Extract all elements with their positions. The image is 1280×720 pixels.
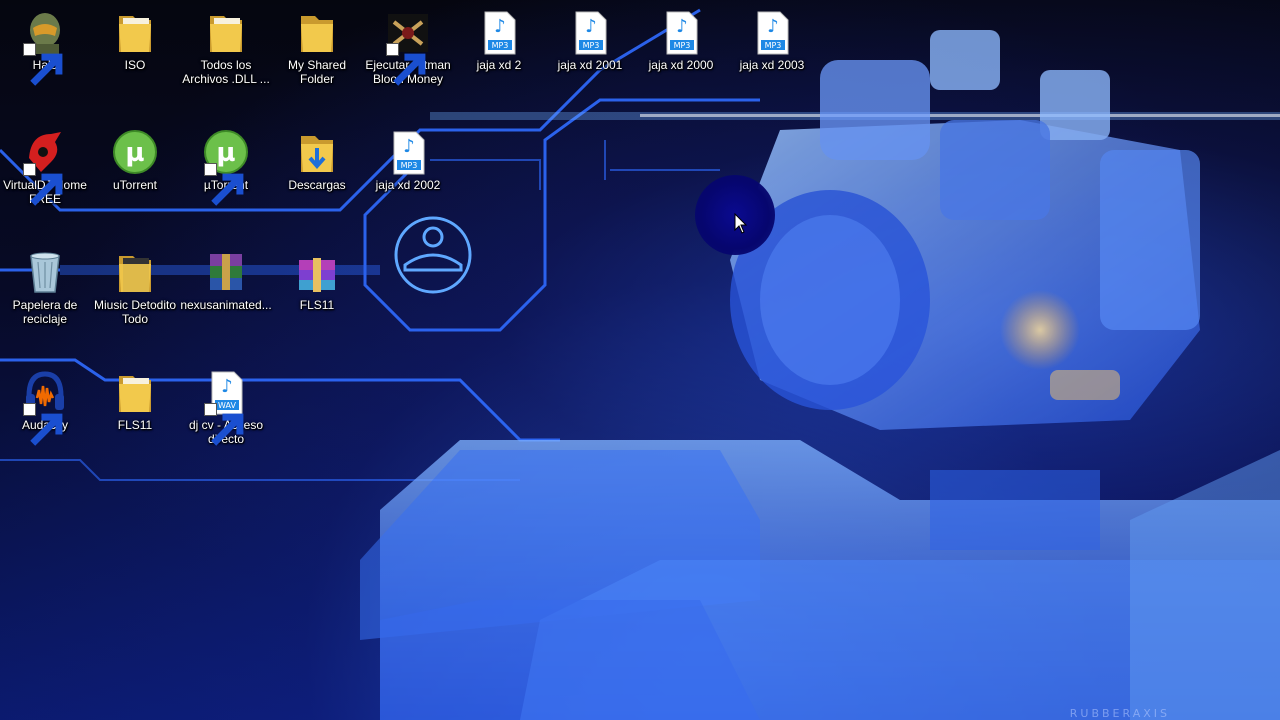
icon-label: Descargas (288, 178, 346, 192)
svg-text:♪: ♪ (494, 16, 506, 37)
desktop-icon-fls11-archive[interactable]: FLS11 (272, 248, 362, 312)
desktop-icon-halo[interactable]: Halo (0, 8, 90, 86)
desktop-icon-dll-archive[interactable]: Todos los Archivos .DLL ... (181, 8, 271, 86)
icon-label: nexusanimated... (180, 298, 272, 312)
desktop-icon-recycle-bin[interactable]: Papelera de reciclaje (0, 248, 90, 326)
shortcut-arrow-icon (204, 163, 244, 206)
svg-text:♪: ♪ (767, 16, 779, 37)
wallpaper (0, 8, 1280, 720)
desktop-icon-nexusanimated[interactable]: nexusanimated... (180, 248, 272, 312)
mp3-file-icon: ♪ MP3 (566, 8, 614, 56)
utorrent-icon: µ (111, 128, 159, 176)
hitman-icon (384, 8, 432, 86)
icon-label: FLS11 (299, 298, 335, 312)
wallpaper-watermark: RUBBERAXIS (1069, 707, 1170, 720)
audacity-icon (21, 368, 69, 446)
desktop-icon-descargas[interactable]: Descargas (272, 128, 362, 192)
desktop-icon-miusic-detodito-todo[interactable]: Miusic Detodito Todo (90, 248, 180, 326)
desktop-icon-hitman[interactable]: Ejecutar Hitman Blood Money (363, 8, 453, 86)
mouse-pointer-icon (734, 213, 748, 234)
shortcut-arrow-icon (386, 43, 426, 86)
svg-text:♪: ♪ (221, 376, 233, 397)
svg-text:♪: ♪ (676, 16, 688, 37)
svg-text:MP3: MP3 (401, 161, 418, 170)
svg-text:µ: µ (125, 138, 144, 168)
desktop-icon-my-shared-folder[interactable]: My Shared Folder (272, 8, 362, 86)
icon-label: Papelera de reciclaje (12, 298, 78, 326)
svg-text:MP3: MP3 (765, 41, 782, 50)
desktop-icon-jaja-xd-2003[interactable]: ♪ MP3 jaja xd 2003 (727, 8, 817, 72)
halo-icon (21, 8, 69, 86)
recycle-bin-icon (21, 248, 69, 296)
mp3-file-icon: ♪ MP3 (657, 8, 705, 56)
winrar-archive-icon (202, 248, 250, 296)
folder-icon (202, 8, 250, 56)
svg-text:♪: ♪ (403, 136, 415, 157)
svg-text:MP3: MP3 (674, 41, 691, 50)
utorrent-icon: µ (202, 128, 250, 206)
mp3-file-icon: ♪ MP3 (475, 8, 523, 56)
svg-text:MP3: MP3 (583, 41, 600, 50)
svg-text:♪: ♪ (585, 16, 597, 37)
icon-label: ISO (124, 58, 146, 72)
desktop-icon-virtualdj[interactable]: VirtualDJ Home FREE (0, 128, 90, 206)
emblem-icon (394, 216, 472, 294)
icon-label: jaja xd 2 (476, 58, 522, 72)
icon-label: Miusic Detodito Todo (93, 298, 177, 326)
svg-text:MP3: MP3 (492, 41, 509, 50)
icon-label: jaja xd 2000 (648, 58, 714, 72)
winrar-icon (293, 248, 341, 296)
desktop-icon-utorrent-2[interactable]: µ µTorrent (181, 128, 271, 206)
shortcut-arrow-icon (204, 403, 244, 446)
desktop[interactable]: Halo ISO Todos los Archivos .DLL ... My … (0, 0, 1280, 720)
icon-label: jaja xd 2003 (739, 58, 805, 72)
icon-label: jaja xd 2002 (375, 178, 441, 192)
desktop-icon-jaja-xd-2[interactable]: ♪ MP3 jaja xd 2 (454, 8, 544, 72)
desktop-icon-jaja-xd-2002[interactable]: ♪ MP3 jaja xd 2002 (363, 128, 453, 192)
shortcut-arrow-icon (23, 43, 63, 86)
folder-icon (111, 368, 159, 416)
wav-file-icon: ♪ WAV (202, 368, 250, 446)
music-folder-icon (111, 248, 159, 296)
shortcut-arrow-icon (23, 403, 63, 446)
desktop-icon-dj-cv-shortcut[interactable]: ♪ WAV dj cv - Acceso directo (181, 368, 271, 446)
icon-label: My Shared Folder (287, 58, 347, 86)
downloads-folder-icon (293, 128, 341, 176)
icon-label: Todos los Archivos .DLL ... (182, 58, 270, 86)
desktop-icon-jaja-xd-2001[interactable]: ♪ MP3 jaja xd 2001 (545, 8, 635, 72)
desktop-icon-utorrent[interactable]: µ uTorrent (90, 128, 180, 192)
icon-label: jaja xd 2001 (557, 58, 623, 72)
desktop-icon-audacity[interactable]: Audacity (0, 368, 90, 446)
virtualdj-icon (21, 128, 69, 206)
desktop-icon-jaja-xd-2000[interactable]: ♪ MP3 jaja xd 2000 (636, 8, 726, 72)
mp3-file-icon: ♪ MP3 (384, 128, 432, 176)
mp3-file-icon: ♪ MP3 (748, 8, 796, 56)
desktop-icon-iso[interactable]: ISO (90, 8, 180, 72)
icon-label: FLS11 (117, 418, 153, 432)
icon-label: uTorrent (112, 178, 158, 192)
folder-icon (111, 8, 159, 56)
folder-icon (293, 8, 341, 56)
shortcut-arrow-icon (23, 163, 63, 206)
desktop-icon-fls11-folder[interactable]: FLS11 (90, 368, 180, 432)
